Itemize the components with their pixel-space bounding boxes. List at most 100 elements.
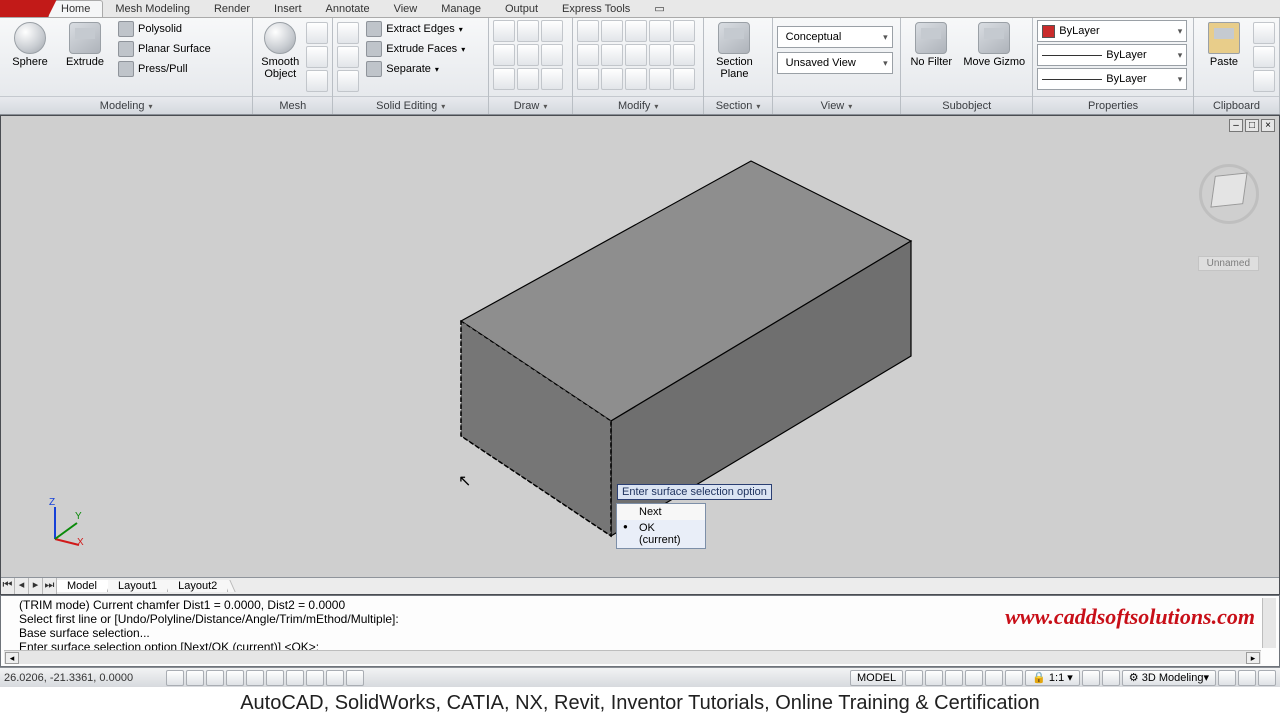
draw-tool-icon[interactable] [541,44,563,66]
modify-tool-icon[interactable] [601,44,623,66]
draw-tool-icon[interactable] [541,20,563,42]
modify-tool-icon[interactable] [577,20,599,42]
paste-button[interactable]: Paste [1198,20,1250,68]
vertical-scrollbar[interactable] [1262,598,1276,648]
draw-tool-icon[interactable] [517,20,539,42]
tab-render[interactable]: Render [202,1,262,17]
status-icon[interactable] [1258,670,1276,686]
draw-tool-icon[interactable] [541,68,563,90]
maximize-icon[interactable]: □ [1245,119,1259,132]
grid-toggle-icon[interactable] [186,670,204,686]
status-icon[interactable] [965,670,983,686]
draw-tool-icon[interactable] [493,44,515,66]
visual-style-dropdown[interactable]: Conceptual [777,26,893,48]
tab-manage[interactable]: Manage [429,1,493,17]
planar-surface-button[interactable]: Planar Surface [114,40,215,58]
sphere-button[interactable]: Sphere [4,20,56,68]
tab-output[interactable]: Output [493,1,550,17]
linetype-dropdown[interactable]: ByLayer [1037,68,1187,90]
tab-annotate[interactable]: Annotate [314,1,382,17]
solidedit-c-icon[interactable] [337,70,359,92]
workspace-switcher[interactable]: ⚙ 3D Modeling▾ [1122,670,1216,686]
qp-toggle-icon[interactable] [326,670,344,686]
no-filter-button[interactable]: No Filter [905,20,957,68]
polysolid-button[interactable]: Polysolid [114,20,215,38]
modify-tool-icon[interactable] [625,68,647,90]
view-name-label[interactable]: Unnamed [1198,256,1259,271]
modify-tool-icon[interactable] [625,44,647,66]
status-icon[interactable] [1102,670,1120,686]
draw-tool-icon[interactable] [517,68,539,90]
tab-express-tools[interactable]: Express Tools [550,1,642,17]
layout-tab-layout1[interactable]: Layout1 [108,580,168,592]
modify-tool-icon[interactable] [673,20,695,42]
osnap-toggle-icon[interactable] [246,670,264,686]
app-logo[interactable] [0,0,48,17]
separate-button[interactable]: Separate▾ [362,60,469,78]
extrude-button[interactable]: Extrude [59,20,111,68]
status-icon[interactable] [1218,670,1236,686]
layout-nav-last-icon[interactable]: ⏭ [43,578,57,594]
popup-item-next[interactable]: Next [617,504,705,520]
mesh-tool-3-icon[interactable] [306,70,328,92]
modify-tool-icon[interactable] [673,68,695,90]
solidedit-a-icon[interactable] [337,22,359,44]
modify-tool-icon[interactable] [601,20,623,42]
dyn-toggle-icon[interactable] [286,670,304,686]
lineweight-dropdown[interactable]: ByLayer [1037,44,1187,66]
color-dropdown[interactable]: ByLayer [1037,20,1187,42]
lwt-toggle-icon[interactable] [306,670,324,686]
modify-tool-icon[interactable] [625,20,647,42]
draw-tool-icon[interactable] [493,68,515,90]
layout-tab-model[interactable]: Model [57,580,108,592]
popup-item-ok[interactable]: OK (current) [617,520,705,548]
modify-tool-icon[interactable] [601,68,623,90]
modify-tool-icon[interactable] [577,68,599,90]
tab-mesh-modeling[interactable]: Mesh Modeling [103,1,202,17]
saved-view-dropdown[interactable]: Unsaved View [777,52,893,74]
viewport-3d[interactable]: – □ × ↖ Enter surface selection option N… [0,115,1280,595]
layout-nav-first-icon[interactable]: ⏮ [1,578,15,594]
status-icon[interactable] [905,670,923,686]
mesh-tool-2-icon[interactable] [306,46,328,68]
cut-icon[interactable] [1253,22,1275,44]
snap-toggle-icon[interactable] [166,670,184,686]
polar-toggle-icon[interactable] [226,670,244,686]
tab-insert[interactable]: Insert [262,1,314,17]
view-cube[interactable] [1199,164,1259,224]
status-icon[interactable] [985,670,1003,686]
annotation-scale[interactable]: 🔒 1:1 ▾ [1025,670,1080,686]
section-plane-button[interactable]: Section Plane [708,20,760,80]
space-toggle[interactable]: MODEL [850,670,903,686]
presspull-button[interactable]: Press/Pull [114,60,215,78]
status-icon[interactable] [1005,670,1023,686]
move-gizmo-button[interactable]: Move Gizmo [960,20,1028,68]
tab-extra-icon[interactable]: ▭ [642,0,676,17]
draw-tool-icon[interactable] [493,20,515,42]
extrude-faces-button[interactable]: Extrude Faces▾ [362,40,469,58]
draw-tool-icon[interactable] [517,44,539,66]
modify-tool-icon[interactable] [649,68,671,90]
minimize-icon[interactable]: – [1229,119,1243,132]
modify-tool-icon[interactable] [673,44,695,66]
modify-tool-icon[interactable] [577,44,599,66]
status-icon[interactable] [1238,670,1256,686]
sc-toggle-icon[interactable] [346,670,364,686]
layout-nav-prev-icon[interactable]: ◂ [15,578,29,594]
horizontal-scrollbar[interactable]: ◂ ▸ [4,650,1261,664]
modify-tool-icon[interactable] [649,20,671,42]
ortho-toggle-icon[interactable] [206,670,224,686]
match-icon[interactable] [1253,70,1275,92]
copy-icon[interactable] [1253,46,1275,68]
extract-edges-button[interactable]: Extract Edges▾ [362,20,469,38]
status-icon[interactable] [1082,670,1100,686]
scroll-left-icon[interactable]: ◂ [5,652,19,664]
scroll-right-icon[interactable]: ▸ [1246,652,1260,664]
tab-view[interactable]: View [382,1,430,17]
smooth-object-button[interactable]: Smooth Object [257,20,303,80]
close-icon[interactable]: × [1261,119,1275,132]
modify-tool-icon[interactable] [649,44,671,66]
otrack-toggle-icon[interactable] [266,670,284,686]
mesh-tool-1-icon[interactable] [306,22,328,44]
solidedit-b-icon[interactable] [337,46,359,68]
